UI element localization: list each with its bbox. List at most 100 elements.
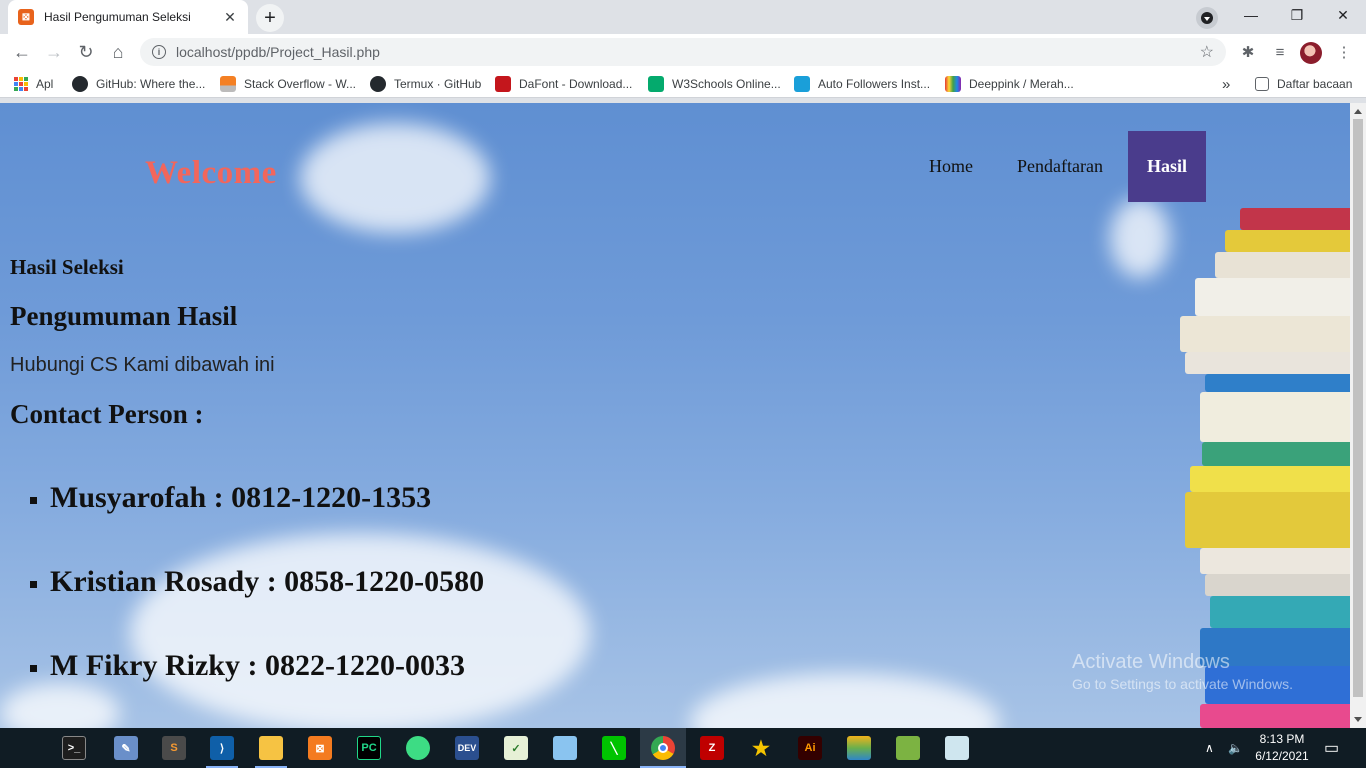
info-text: Hubungi CS Kami dibawah ini xyxy=(10,354,275,376)
forward-arrow-icon[interactable]: → xyxy=(40,38,68,66)
filezilla-icon[interactable]: Z xyxy=(700,736,724,760)
address-bar[interactable]: i localhost/ppdb/Project_Hasil.php ☆ xyxy=(140,38,1226,66)
scroll-down-icon[interactable] xyxy=(1354,717,1362,722)
menu-dots-icon[interactable]: ⋮ xyxy=(1332,40,1356,64)
bookmark-label: Termux · GitHub xyxy=(394,77,482,91)
notepad-icon[interactable]: ✓ xyxy=(504,736,528,760)
android-studio-icon[interactable] xyxy=(406,736,430,760)
xampp-favicon-icon: ⊠ xyxy=(18,9,34,25)
contact-item: Musyarofah : 0812-1220-1353 xyxy=(30,481,431,515)
nav-pendaftaran[interactable]: Pendaftaran xyxy=(1000,131,1120,202)
browser-tab[interactable]: ⊠ Hasil Pengumuman Seleksi ✕ xyxy=(8,0,248,34)
tray-chevron-icon[interactable]: ∧ xyxy=(1205,728,1214,768)
bookmark-termux[interactable]: Termux · GitHub xyxy=(370,76,481,92)
bookmark-label: Deeppink / Merah... xyxy=(969,77,1074,91)
book-stack-image xyxy=(1160,203,1350,728)
nav-home[interactable]: Home xyxy=(912,131,990,202)
tab-title: Hasil Pengumuman Seleksi xyxy=(44,10,191,24)
pen-app-icon[interactable] xyxy=(945,736,969,760)
tab-close-icon[interactable]: ✕ xyxy=(222,9,238,26)
dafont-icon xyxy=(495,76,511,92)
cube-icon xyxy=(794,76,810,92)
clock-date: 6/12/2021 xyxy=(1255,749,1309,763)
background-cloud xyxy=(0,683,120,728)
chrome-icon[interactable] xyxy=(651,736,675,760)
paint-icon[interactable]: ✎ xyxy=(114,736,138,760)
bookmark-autofollowers[interactable]: Auto Followers Inst... xyxy=(794,76,930,92)
new-tab-button[interactable]: + xyxy=(256,4,284,32)
line-icon[interactable]: ╲ xyxy=(602,736,626,760)
bullet-icon xyxy=(30,580,37,588)
scrollbar-thumb[interactable] xyxy=(1353,119,1363,697)
chevron-down-icon xyxy=(1201,12,1213,24)
reading-list-button[interactable]: Daftar bacaan xyxy=(1255,76,1352,92)
back-arrow-icon[interactable]: ← xyxy=(8,38,36,66)
virtualbox-icon[interactable] xyxy=(553,736,577,760)
bookmark-label: DaFont - Download... xyxy=(519,77,633,91)
window-restore-button[interactable]: ❐ xyxy=(1274,0,1320,30)
watermark-title: Activate Windows xyxy=(1072,651,1230,673)
taskbar-clock[interactable]: 8:13 PM 6/12/2021 xyxy=(1250,731,1314,765)
android-icon[interactable] xyxy=(896,736,920,760)
bookmark-deeppink[interactable]: Deeppink / Merah... xyxy=(945,76,1074,92)
pycharm-icon[interactable]: PC xyxy=(357,736,381,760)
bullet-icon xyxy=(30,664,37,672)
contact-item: M Fikry Rizky : 0822-1220-0033 xyxy=(30,649,465,683)
background-cloud xyxy=(130,533,590,728)
browser-tabstrip: ⊠ Hasil Pengumuman Seleksi ✕ + — ❐ ✕ xyxy=(0,0,1366,34)
apps-grid-icon xyxy=(14,77,28,91)
bookmark-star-icon[interactable]: ☆ xyxy=(1200,42,1214,62)
activate-windows-watermark: Activate Windows Go to Settings to activ… xyxy=(1072,651,1293,692)
window-close-button[interactable]: ✕ xyxy=(1320,0,1366,30)
terminal-icon[interactable]: >_ xyxy=(62,736,86,760)
illustrator-icon[interactable]: Ai xyxy=(798,736,822,760)
site-logo[interactable]: Welcome xyxy=(145,155,277,192)
bluestacks-icon[interactable] xyxy=(847,736,871,760)
home-icon[interactable]: ⌂ xyxy=(104,38,132,66)
contact-text: M Fikry Rizky : 0822-1220-0033 xyxy=(50,649,465,682)
speaker-icon[interactable]: 🔈 xyxy=(1228,728,1243,768)
clock-time: 8:13 PM xyxy=(1259,732,1305,746)
media-queue-icon[interactable]: ≡ xyxy=(1268,40,1292,64)
heading-contact-person: Contact Person : xyxy=(10,399,204,429)
window-minimize-button[interactable]: — xyxy=(1228,0,1274,30)
w3schools-icon xyxy=(648,76,664,92)
watermark-subtitle: Go to Settings to activate Windows. xyxy=(1072,676,1293,692)
sublime-icon[interactable]: S xyxy=(162,736,186,760)
reading-list-label: Daftar bacaan xyxy=(1277,77,1353,91)
contact-text: Musyarofah : 0812-1220-1353 xyxy=(50,481,432,514)
scroll-up-icon[interactable] xyxy=(1354,109,1362,114)
tab-search-button[interactable] xyxy=(1196,7,1218,29)
bookmark-github[interactable]: GitHub: Where the... xyxy=(72,76,205,92)
bookmark-label: W3Schools Online... xyxy=(672,77,781,91)
page-viewport: Welcome Home Pendaftaran Hasil Hasil Sel… xyxy=(0,103,1350,728)
reload-icon[interactable]: ↻ xyxy=(72,38,100,66)
notifications-icon[interactable]: ▭ xyxy=(1324,728,1339,768)
explorer-icon[interactable] xyxy=(259,736,283,760)
heading-pengumuman-hasil: Pengumuman Hasil xyxy=(10,301,238,331)
bookmarks-overflow-icon[interactable]: » xyxy=(1222,76,1230,93)
site-info-icon[interactable]: i xyxy=(152,45,166,59)
url-text[interactable]: localhost/ppdb/Project_Hasil.php xyxy=(176,44,1200,60)
bookmark-label: Stack Overflow - W... xyxy=(244,77,357,91)
bookmark-apps[interactable]: Apl xyxy=(14,76,53,92)
devcpp-icon[interactable]: DEV xyxy=(455,736,479,760)
browser-toolbar: ← → ↻ ⌂ i localhost/ppdb/Project_Hasil.p… xyxy=(0,34,1366,70)
profile-avatar[interactable] xyxy=(1300,42,1322,64)
bookmark-w3schools[interactable]: W3Schools Online... xyxy=(648,76,781,92)
bookmark-dafont[interactable]: DaFont - Download... xyxy=(495,76,632,92)
bullet-icon xyxy=(30,496,37,504)
bookmark-stackoverflow[interactable]: Stack Overflow - W... xyxy=(220,76,356,92)
star-app-icon[interactable]: ★ xyxy=(749,736,773,760)
vscode-icon[interactable]: ⟩ xyxy=(210,736,234,760)
nav-hasil[interactable]: Hasil xyxy=(1128,131,1206,202)
extensions-puzzle-icon[interactable]: ✱ xyxy=(1236,40,1260,64)
background-cloud xyxy=(690,673,1000,728)
windows-taskbar: >_ ✎ S ⟩ ⊠ PC DEV ✓ ╲ Z ★ Ai ∧ 🔈 8:13 PM… xyxy=(0,728,1366,768)
page-scrollbar[interactable] xyxy=(1350,103,1366,728)
contact-item: Kristian Rosady : 0858-1220-0580 xyxy=(30,565,484,599)
windows-start-icon[interactable] xyxy=(12,737,34,759)
github-icon xyxy=(370,76,386,92)
bookmarks-bar: Apl GitHub: Where the... Stack Overflow … xyxy=(0,70,1366,98)
xampp-icon[interactable]: ⊠ xyxy=(308,736,332,760)
